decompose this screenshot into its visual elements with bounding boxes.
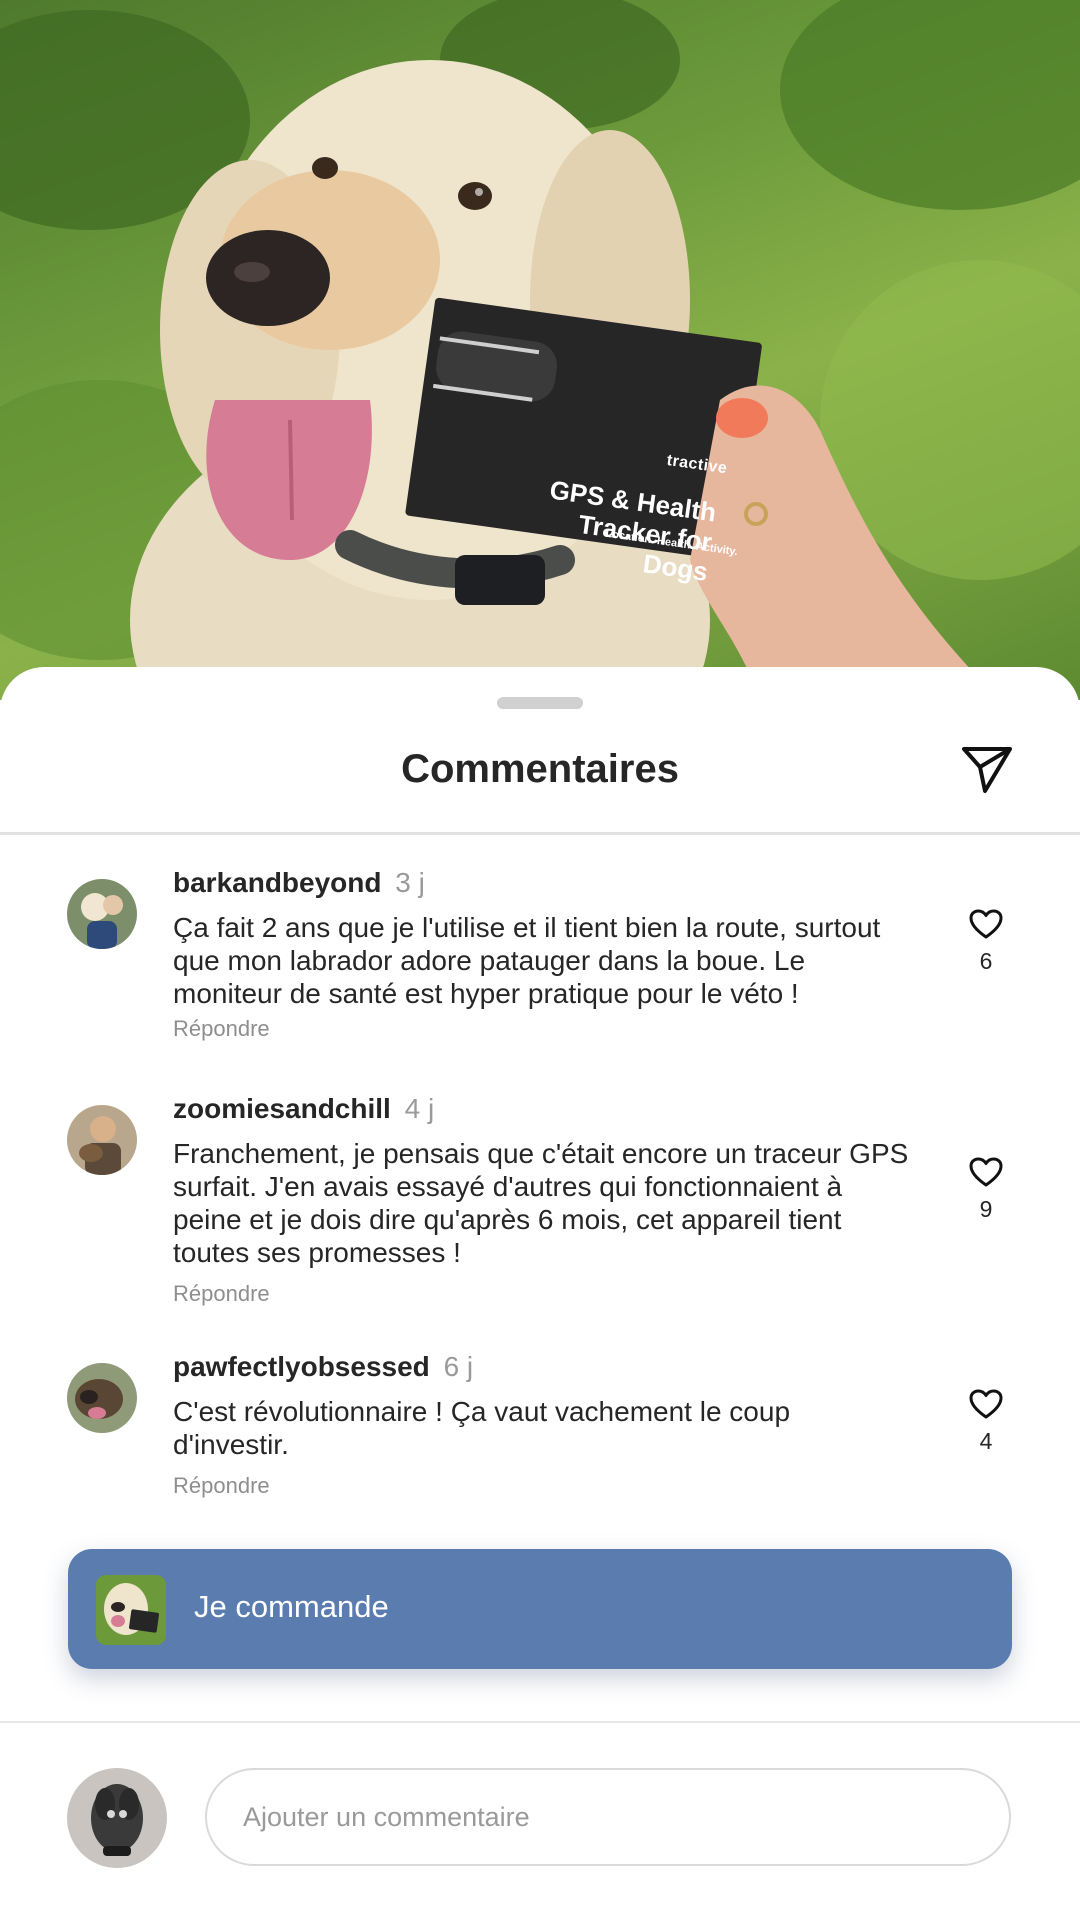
sheet-title: Commentaires	[401, 747, 679, 791]
comment-time: 6 j	[443, 1351, 474, 1382]
reply-button[interactable]: Répondre	[173, 1281, 913, 1307]
composer-divider	[0, 1721, 1080, 1723]
reply-button[interactable]: Répondre	[173, 1473, 913, 1499]
drag-handle[interactable]	[497, 697, 583, 709]
avatar-image	[67, 1363, 137, 1433]
comment-header: zoomiesandchill 4 j	[173, 1091, 913, 1127]
like-count: 4	[979, 1428, 993, 1454]
reply-button[interactable]: Répondre	[173, 1016, 913, 1042]
comments-sheet: Commentaires barkandbeyond 3 j Ça fait 2…	[0, 667, 1080, 1920]
avatar[interactable]	[67, 879, 137, 949]
current-user-avatar-image	[67, 1768, 167, 1868]
header-divider	[0, 832, 1080, 835]
avatar-image	[67, 879, 137, 949]
comment-time: 4 j	[404, 1093, 435, 1124]
heart-icon	[969, 1389, 1003, 1419]
like-button[interactable]: 4	[955, 1389, 1017, 1455]
comment-body: pawfectlyobsessed 6 j C'est révolutionna…	[173, 1349, 913, 1499]
comment-username[interactable]: barkandbeyond	[173, 867, 381, 898]
comment-header: barkandbeyond 3 j	[173, 865, 913, 901]
current-user-avatar	[67, 1768, 167, 1868]
like-button[interactable]: 6	[955, 909, 1017, 975]
product-thumbnail-image	[96, 1575, 166, 1645]
like-count: 9	[979, 1196, 993, 1222]
post-photo: tractive GPS & Health Tracker for Dogs L…	[0, 0, 1080, 700]
comment-body: barkandbeyond 3 j Ça fait 2 ans que je l…	[173, 865, 913, 1042]
send-icon	[962, 747, 1012, 793]
comment-time: 3 j	[395, 867, 425, 898]
share-button[interactable]	[958, 741, 1016, 799]
order-button[interactable]: Je commande	[68, 1549, 1012, 1669]
order-button-label: Je commande	[194, 1589, 389, 1624]
comment-header: pawfectlyobsessed 6 j	[173, 1349, 913, 1385]
like-count: 6	[979, 948, 993, 974]
app-screen: tractive GPS & Health Tracker for Dogs L…	[0, 0, 1080, 1920]
comment-text: Ça fait 2 ans que je l'utilise et il tie…	[173, 912, 881, 1009]
comment-text: C'est révolutionnaire ! Ça vaut vachemen…	[173, 1396, 791, 1460]
comment-text: Franchement, je pensais que c'était enco…	[173, 1138, 909, 1268]
heart-icon	[969, 1157, 1003, 1187]
avatar-image	[67, 1105, 137, 1175]
heart-icon	[969, 909, 1003, 939]
product-thumbnail	[96, 1575, 166, 1645]
comment-username[interactable]: pawfectlyobsessed	[173, 1351, 430, 1382]
avatar[interactable]	[67, 1363, 137, 1433]
comment-input[interactable]	[205, 1768, 1011, 1866]
like-button[interactable]: 9	[955, 1157, 1017, 1223]
comment-body: zoomiesandchill 4 j Franchement, je pens…	[173, 1091, 913, 1307]
avatar[interactable]	[67, 1105, 137, 1175]
dog-photo-illustration	[0, 0, 1080, 700]
comment-username[interactable]: zoomiesandchill	[173, 1093, 391, 1124]
